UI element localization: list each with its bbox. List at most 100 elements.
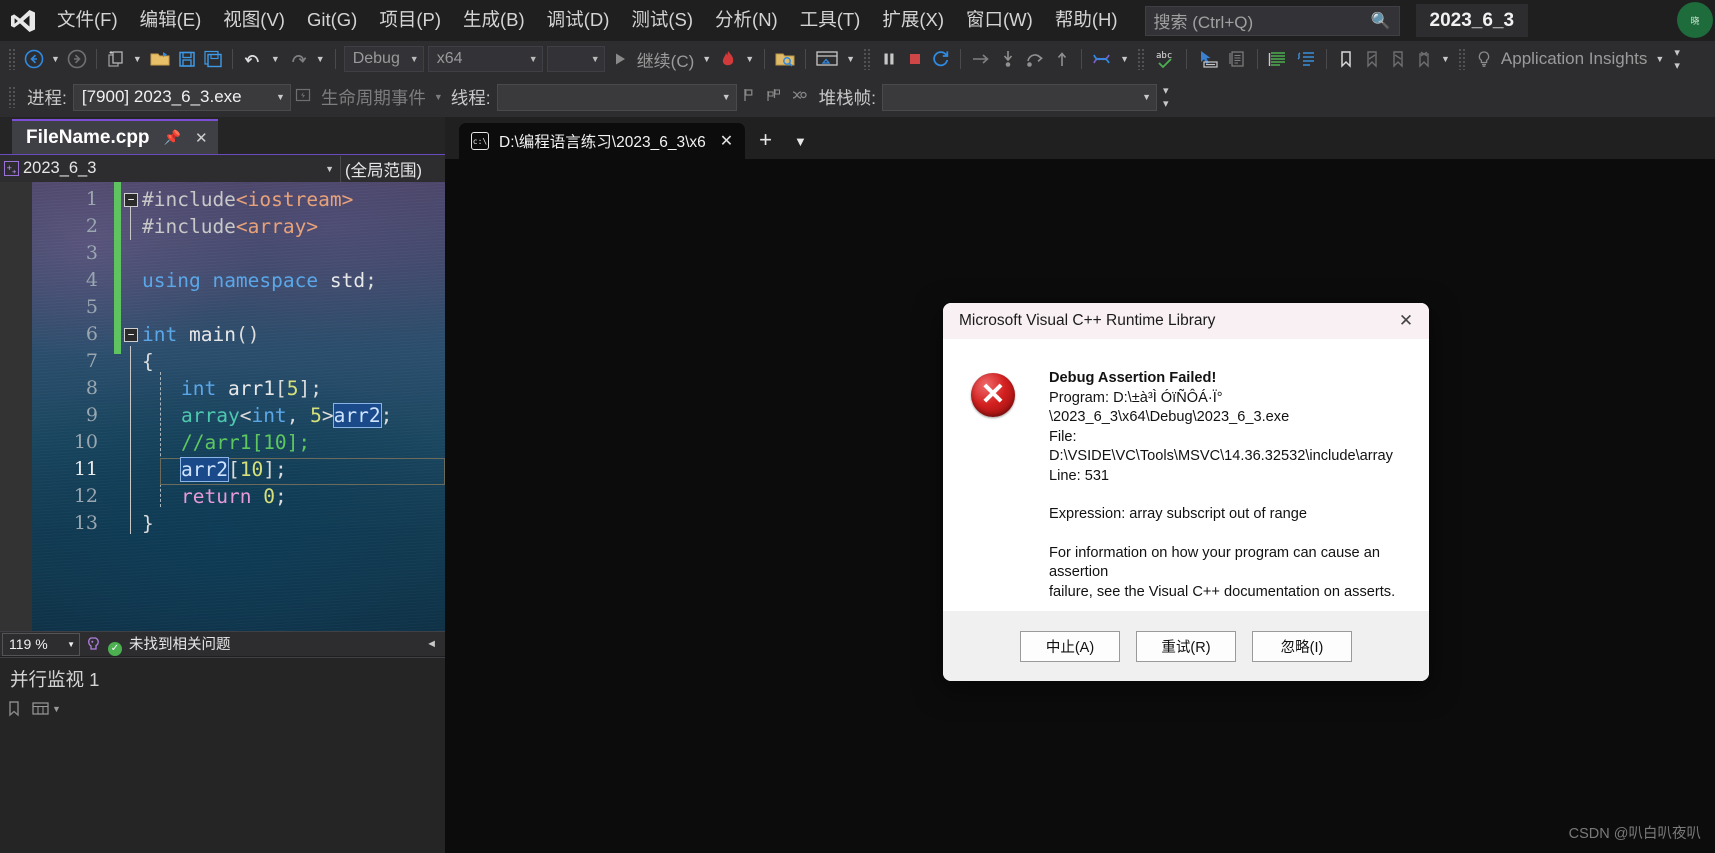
menu-item-window[interactable]: 窗口(W) <box>955 6 1044 34</box>
debugbar-grip[interactable] <box>8 86 17 108</box>
menu-item-debug[interactable]: 调试(D) <box>536 6 621 34</box>
process-combo[interactable]: [7900] 2023_6_3.exe ▼ <box>72 83 291 111</box>
code-editor[interactable]: 1 − #include<iostream> 2 #include<array>… <box>0 182 445 631</box>
open-folder-icon[interactable] <box>146 45 174 73</box>
copy-style-icon[interactable] <box>1223 45 1251 73</box>
menu-item-file[interactable]: 文件(F) <box>46 6 129 34</box>
window-layout-icon[interactable] <box>812 45 842 73</box>
code-text[interactable]: 1 − #include<iostream> 2 #include<array>… <box>0 182 445 631</box>
bookmark-icon[interactable] <box>1333 45 1359 73</box>
window-layout-dropdown[interactable]: ▼ <box>842 54 859 64</box>
menu-item-project[interactable]: 项目(P) <box>368 6 452 34</box>
compare-dropdown[interactable]: ▼ <box>1116 54 1133 64</box>
thread-combo[interactable]: ▼ <box>496 83 737 111</box>
format-document-icon[interactable] <box>1264 45 1292 73</box>
stop-icon[interactable] <box>902 45 928 73</box>
toolbar-grip[interactable] <box>1136 48 1146 70</box>
undo-dropdown[interactable]: ▼ <box>267 54 284 64</box>
solution-platform-combo[interactable]: x64 ▼ <box>427 46 543 72</box>
fold-toggle-icon[interactable]: − <box>124 192 138 207</box>
navigate-forward-button[interactable] <box>64 45 90 73</box>
lifecycle-events-caret[interactable]: ▼ <box>432 92 445 102</box>
bookmarks-dropdown[interactable]: ▼ <box>1437 54 1454 64</box>
bookmark-icon[interactable] <box>6 700 22 717</box>
continue-play-icon[interactable] <box>607 45 633 73</box>
issues-status[interactable]: ✓ 未找到相关问题 <box>108 633 231 656</box>
clear-bookmarks-icon[interactable] <box>1411 45 1437 73</box>
debug-target-combo[interactable]: ▼ <box>546 46 605 72</box>
avatar[interactable]: 晓 <box>1677 2 1713 38</box>
columns-button[interactable]: ▼ <box>32 701 61 716</box>
menu-item-view[interactable]: 视图(V) <box>212 6 296 34</box>
step-over-icon[interactable] <box>1021 45 1049 73</box>
menu-item-git[interactable]: Git(G) <box>296 6 368 34</box>
ignore-button[interactable]: 忽略(I) <box>1252 630 1352 662</box>
chevron-down-icon[interactable]: ▼ <box>786 134 815 159</box>
navigate-backward-button[interactable] <box>21 45 47 73</box>
pin-icon[interactable]: 📌 <box>164 129 181 146</box>
close-icon[interactable]: ✕ <box>1389 308 1423 334</box>
scroll-left-icon[interactable]: ◄ <box>418 638 445 650</box>
menu-item-tools[interactable]: 工具(T) <box>789 6 872 34</box>
intellicode-icon[interactable] <box>80 635 108 654</box>
project-scope-combo[interactable]: ++ 2023_6_3 ▼ <box>0 156 340 182</box>
menu-item-help[interactable]: 帮助(H) <box>1044 6 1129 34</box>
redo-icon[interactable] <box>284 45 312 73</box>
menu-item-analyze[interactable]: 分析(N) <box>704 6 789 34</box>
editor-tab-filename-cpp[interactable]: FileName.cpp 📌 ✕ <box>12 119 218 154</box>
lifecycle-events-label[interactable]: 生命周期事件 <box>315 85 432 110</box>
pause-icon[interactable] <box>876 45 902 73</box>
spell-check-icon[interactable]: abc <box>1150 45 1180 73</box>
close-icon[interactable]: ✕ <box>195 129 208 147</box>
menu-item-build[interactable]: 生成(B) <box>452 6 536 34</box>
toolbar-grip[interactable] <box>863 48 873 70</box>
compare-icon[interactable] <box>1088 45 1116 73</box>
application-insights-button[interactable]: Application Insights <box>1497 49 1651 69</box>
save-all-icon[interactable] <box>200 45 226 73</box>
close-icon[interactable]: ✕ <box>720 131 733 151</box>
attach-to-process-icon[interactable] <box>771 45 799 73</box>
application-insights-dropdown[interactable]: ▼ <box>1651 54 1668 64</box>
console-tab[interactable]: c:\ D:\编程语言练习\2023_6_3\x6 ✕ <box>459 123 746 159</box>
previous-bookmark-icon[interactable] <box>1359 45 1385 73</box>
restart-icon[interactable] <box>928 45 954 73</box>
menu-item-edit[interactable]: 编辑(E) <box>129 6 213 34</box>
next-bookmark-icon[interactable] <box>1385 45 1411 73</box>
lifecycle-events-icon[interactable] <box>291 87 315 107</box>
zoom-level-combo[interactable]: 119 % ▼ <box>2 632 80 656</box>
undo-icon[interactable] <box>239 45 267 73</box>
comment-lines-icon[interactable] <box>1292 45 1320 73</box>
thread-link-icon[interactable] <box>787 88 813 106</box>
navigate-backward-dropdown[interactable]: ▼ <box>47 54 64 64</box>
hot-reload-dropdown[interactable]: ▼ <box>741 54 758 64</box>
fold-toggle-icon[interactable]: − <box>124 327 138 342</box>
debugbar-overflow-icon[interactable]: ▾ ▾ <box>1157 84 1175 110</box>
select-element-icon[interactable] <box>1193 45 1223 73</box>
toolbar-grip[interactable] <box>8 48 17 70</box>
toolbar-grip[interactable] <box>1457 48 1467 70</box>
member-scope-combo[interactable]: (全局范围) <box>341 156 445 182</box>
plus-icon[interactable]: + <box>745 127 786 159</box>
abort-button[interactable]: 中止(A) <box>1020 630 1120 662</box>
toolbar-overflow-icon[interactable]: ▾ ▾ <box>1668 46 1686 72</box>
solution-configuration-combo[interactable]: Debug ▼ <box>343 46 424 72</box>
menu-item-test[interactable]: 测试(S) <box>620 6 704 34</box>
lightbulb-icon[interactable] <box>1471 45 1497 73</box>
flags-icon[interactable] <box>761 87 787 107</box>
show-next-statement-icon[interactable] <box>967 45 995 73</box>
new-item-icon[interactable] <box>103 45 129 73</box>
new-item-dropdown[interactable]: ▼ <box>129 54 146 64</box>
search-input[interactable]: 搜索 (Ctrl+Q) 🔍 <box>1144 5 1400 36</box>
menu-item-extensions[interactable]: 扩展(X) <box>871 6 955 34</box>
save-icon[interactable] <box>174 45 200 73</box>
runtime-error-dialog[interactable]: Microsoft Visual C++ Runtime Library ✕ ✕… <box>943 303 1429 681</box>
stack-frame-combo[interactable]: ▼ <box>882 83 1158 111</box>
continue-dropdown[interactable]: ▼ <box>698 54 715 64</box>
continue-button[interactable]: 继续(C) <box>633 47 699 72</box>
hot-reload-icon[interactable] <box>715 45 741 73</box>
step-into-icon[interactable] <box>995 45 1021 73</box>
retry-button[interactable]: 重试(R) <box>1136 630 1236 662</box>
redo-dropdown[interactable]: ▼ <box>312 54 329 64</box>
step-out-icon[interactable] <box>1049 45 1075 73</box>
flag-icon[interactable] <box>737 87 761 107</box>
